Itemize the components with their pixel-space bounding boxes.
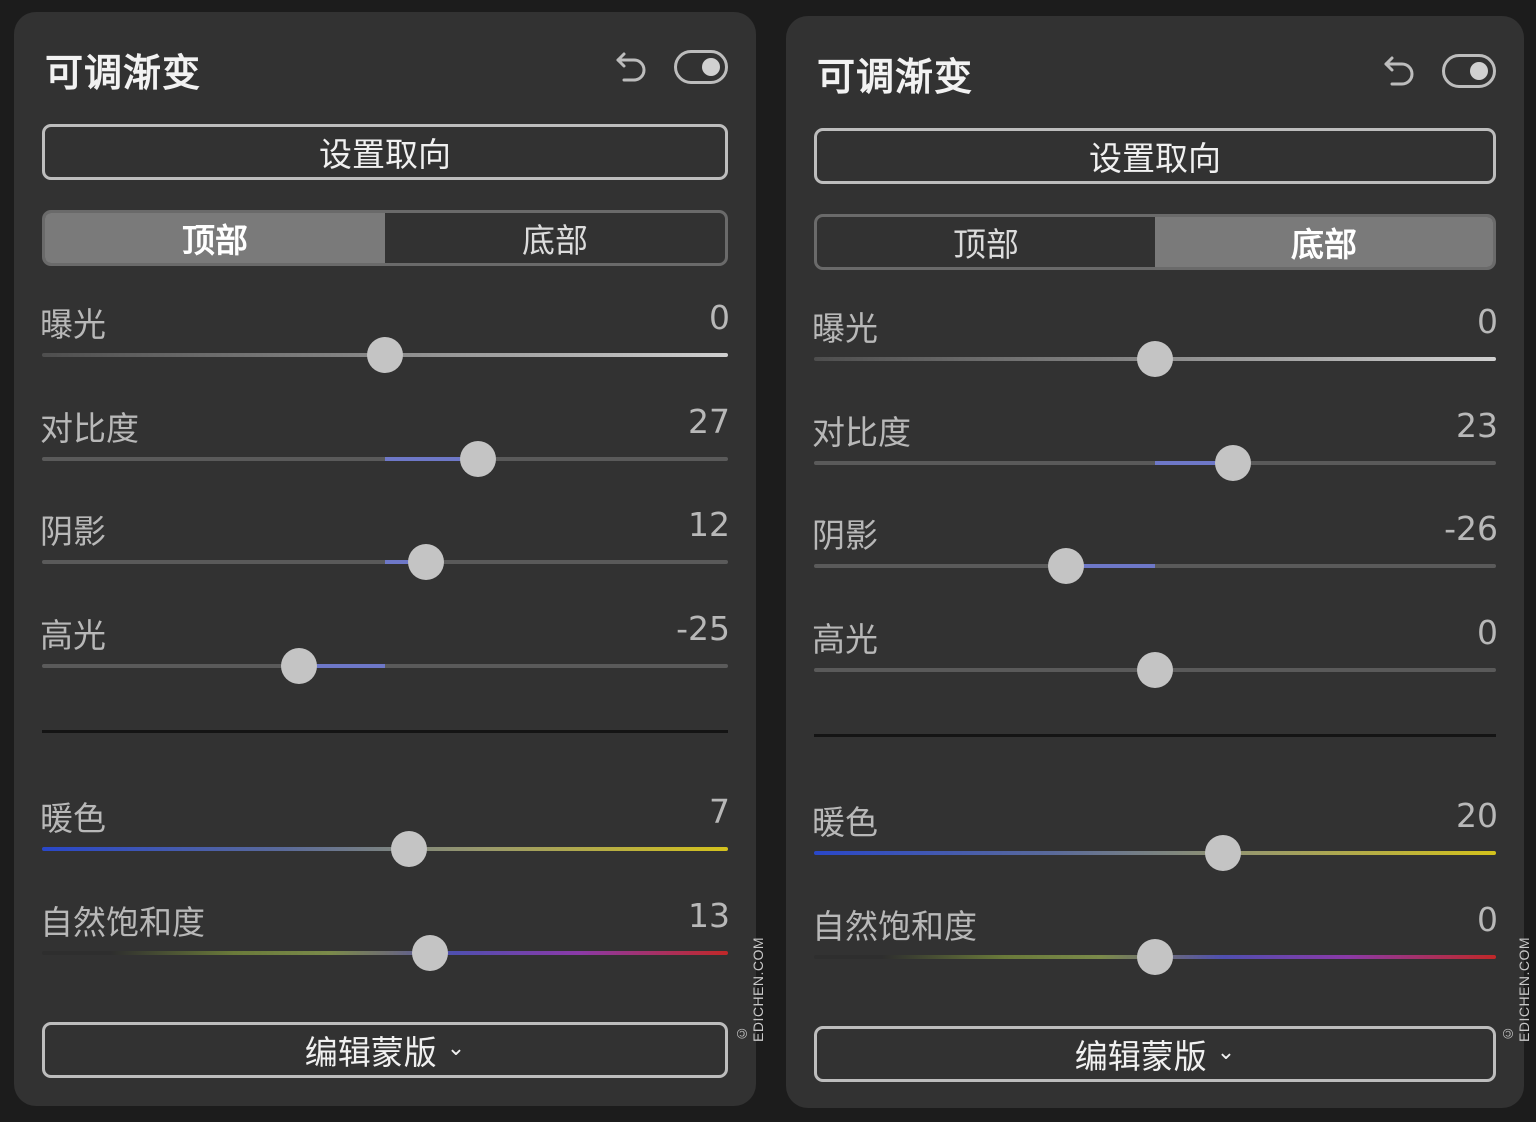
slider-thumb[interactable] bbox=[408, 544, 445, 580]
shadows-slider[interactable] bbox=[42, 544, 728, 580]
watermark: © EDICHEN.COM bbox=[734, 936, 766, 1042]
slider-row-warmth: 暖色 7 bbox=[40, 792, 730, 867]
slider-value: 7 bbox=[709, 792, 730, 831]
slider-thumb[interactable] bbox=[1137, 341, 1173, 377]
slider-value: 20 bbox=[1456, 796, 1498, 835]
set-orientation-button[interactable]: 设置取向 bbox=[814, 128, 1496, 184]
tab-top[interactable]: 顶部 bbox=[45, 213, 385, 263]
slider-label: 暖色 bbox=[812, 803, 878, 842]
contrast-slider[interactable] bbox=[814, 445, 1496, 481]
section-divider bbox=[814, 734, 1496, 737]
slider-row-warmth: 暖色 20 bbox=[812, 796, 1498, 871]
slider-label: 高光 bbox=[812, 620, 878, 659]
slider-thumb[interactable] bbox=[1048, 548, 1085, 584]
highlights-slider[interactable] bbox=[42, 648, 728, 684]
top-bottom-segmented-control: 顶部 底部 bbox=[42, 210, 728, 266]
toggle-knob bbox=[702, 58, 720, 76]
slider-label: 曝光 bbox=[812, 309, 878, 348]
panel-title: 可调渐变 bbox=[45, 51, 202, 95]
tab-top[interactable]: 顶部 bbox=[817, 217, 1155, 267]
slider-value: 0 bbox=[709, 298, 730, 337]
slider-thumb[interactable] bbox=[1137, 652, 1173, 688]
slider-value: 23 bbox=[1456, 406, 1498, 445]
edit-mask-button[interactable]: 编辑蒙版 ⌄ bbox=[42, 1022, 728, 1078]
slider-label: 暖色 bbox=[40, 799, 106, 838]
reset-icon[interactable] bbox=[614, 48, 648, 88]
tab-bottom[interactable]: 底部 bbox=[385, 213, 725, 263]
slider-value: -26 bbox=[1444, 509, 1498, 548]
slider-row-vibrance: 自然饱和度 13 bbox=[40, 896, 730, 971]
slider-label: 自然饱和度 bbox=[40, 903, 205, 942]
vibrance-slider[interactable] bbox=[42, 935, 728, 971]
reset-icon[interactable] bbox=[1382, 52, 1416, 92]
gradient-panel-right: 可调渐变 设置取向 顶部 底部 曝光 0 对比度 23 阴影 -26 高光 0 … bbox=[786, 16, 1524, 1108]
edit-mask-label: 编辑蒙版 bbox=[304, 1033, 437, 1072]
slider-row-vibrance: 自然饱和度 0 bbox=[812, 900, 1498, 975]
edit-mask-label: 编辑蒙版 bbox=[1074, 1037, 1207, 1076]
slider-thumb[interactable] bbox=[1215, 445, 1252, 481]
slider-row-exposure: 曝光 0 bbox=[40, 298, 730, 373]
enable-toggle[interactable] bbox=[1442, 54, 1496, 88]
slider-thumb[interactable] bbox=[367, 337, 403, 373]
watermark: © EDICHEN.COM bbox=[1500, 936, 1532, 1042]
exposure-slider[interactable] bbox=[42, 337, 728, 373]
slider-label: 对比度 bbox=[40, 409, 139, 448]
slider-label: 阴影 bbox=[812, 516, 878, 555]
tab-bottom[interactable]: 底部 bbox=[1155, 217, 1493, 267]
slider-thumb[interactable] bbox=[1137, 939, 1173, 975]
top-bottom-segmented-control: 顶部 底部 bbox=[814, 214, 1496, 270]
slider-thumb[interactable] bbox=[391, 831, 427, 867]
slider-thumb[interactable] bbox=[411, 935, 448, 971]
set-orientation-button[interactable]: 设置取向 bbox=[42, 124, 728, 180]
shadows-slider[interactable] bbox=[814, 548, 1496, 584]
slider-row-contrast: 对比度 27 bbox=[40, 402, 730, 477]
slider-row-contrast: 对比度 23 bbox=[812, 406, 1498, 481]
warmth-slider[interactable] bbox=[814, 835, 1496, 871]
slider-value: 0 bbox=[1477, 613, 1498, 652]
enable-toggle[interactable] bbox=[674, 50, 728, 84]
exposure-slider[interactable] bbox=[814, 341, 1496, 377]
slider-label: 曝光 bbox=[40, 305, 106, 344]
slider-row-highlights: 高光 0 bbox=[812, 613, 1498, 688]
chevron-down-icon: ⌄ bbox=[1216, 1039, 1236, 1065]
slider-value: 12 bbox=[688, 505, 730, 544]
slider-label: 对比度 bbox=[812, 413, 911, 452]
slider-thumb[interactable] bbox=[281, 648, 318, 684]
panel-title: 可调渐变 bbox=[817, 55, 974, 99]
warmth-slider[interactable] bbox=[42, 831, 728, 867]
toggle-knob bbox=[1470, 62, 1488, 80]
slider-label: 自然饱和度 bbox=[812, 907, 977, 946]
slider-thumb[interactable] bbox=[459, 441, 496, 477]
chevron-down-icon: ⌄ bbox=[446, 1035, 466, 1061]
slider-value: 0 bbox=[1477, 302, 1498, 341]
slider-value: 13 bbox=[688, 896, 730, 935]
vibrance-slider[interactable] bbox=[814, 939, 1496, 975]
slider-label: 高光 bbox=[40, 616, 106, 655]
edit-mask-button[interactable]: 编辑蒙版 ⌄ bbox=[814, 1026, 1496, 1082]
gradient-panel-left: 可调渐变 设置取向 顶部 底部 曝光 0 对比度 27 阴影 12 高光 -25… bbox=[14, 12, 756, 1106]
slider-row-highlights: 高光 -25 bbox=[40, 609, 730, 684]
slider-value: -25 bbox=[676, 609, 730, 648]
slider-row-exposure: 曝光 0 bbox=[812, 302, 1498, 377]
highlights-slider[interactable] bbox=[814, 652, 1496, 688]
slider-value: 27 bbox=[688, 402, 730, 441]
slider-label: 阴影 bbox=[40, 512, 106, 551]
slider-thumb[interactable] bbox=[1205, 835, 1242, 871]
section-divider bbox=[42, 730, 728, 733]
contrast-slider[interactable] bbox=[42, 441, 728, 477]
slider-row-shadows: 阴影 12 bbox=[40, 505, 730, 580]
slider-value: 0 bbox=[1477, 900, 1498, 939]
slider-row-shadows: 阴影 -26 bbox=[812, 509, 1498, 584]
